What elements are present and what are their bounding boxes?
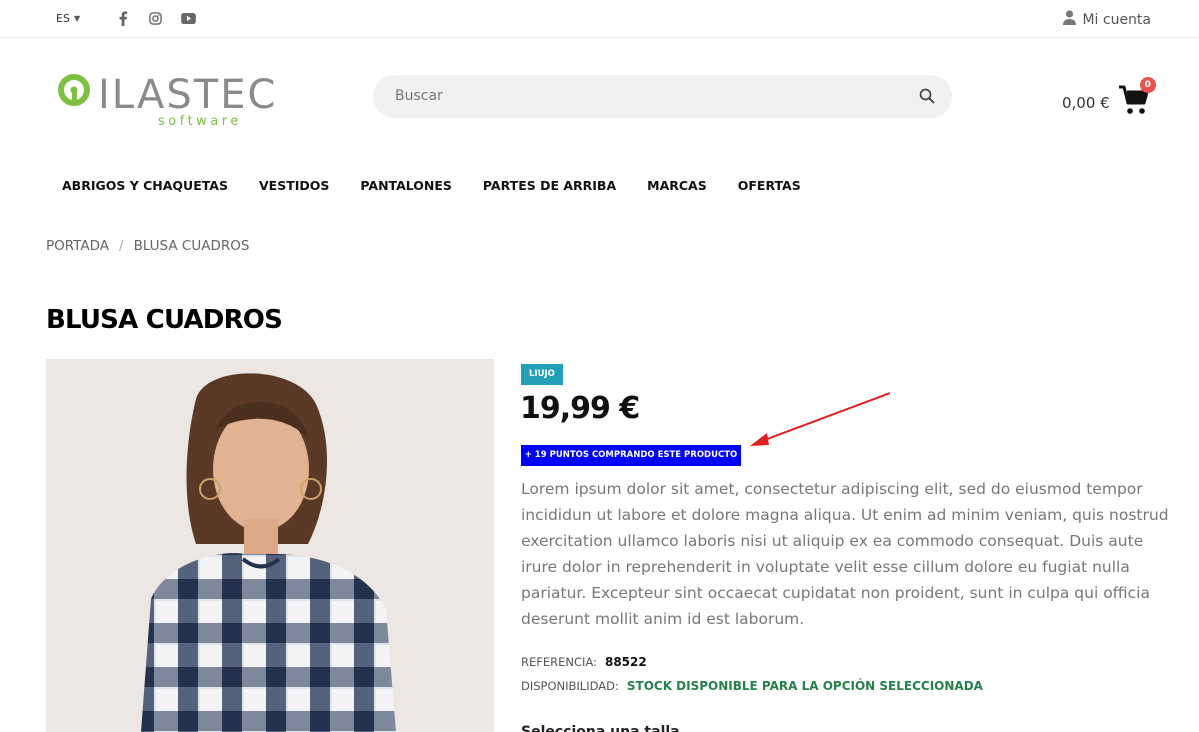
account-label: Mi cuenta (1082, 11, 1151, 28)
menu-item-partes-de-arriba[interactable]: PARTES DE ARRIBA (483, 178, 616, 193)
menu-item-abrigos[interactable]: ABRIGOS Y CHAQUETAS (62, 178, 228, 193)
product-reference: REFERENCIA: 88522 (521, 655, 647, 669)
language-label: ES (56, 12, 70, 25)
reference-value: 88522 (604, 655, 647, 669)
reference-label: REFERENCIA: (521, 655, 597, 669)
top-bar: ES ▼ Mi cuenta (0, 0, 1199, 38)
availability-label: DISPONIBILIDAD: (521, 679, 619, 693)
social-links (114, 10, 197, 27)
product-description: Lorem ipsum dolor sit amet, consectetur … (521, 480, 1169, 628)
cart-count-badge: 0 (1139, 77, 1156, 93)
cart-icon: 0 (1118, 77, 1156, 116)
menu-item-ofertas[interactable]: OFERTAS (738, 178, 801, 193)
search-placeholder: Buscar (395, 88, 443, 104)
breadcrumb-separator: / (119, 238, 124, 254)
user-icon (1063, 10, 1077, 29)
product-price: 19,99 € (520, 391, 640, 426)
availability-value: STOCK DISPONIBLE PARA LA OPCIÓN SELECCIO… (626, 679, 983, 693)
product-image[interactable] (46, 359, 494, 732)
annotation-arrow (750, 392, 891, 446)
chevron-down-icon: ▼ (73, 14, 81, 23)
cart-button[interactable]: 0,00 € 0 (1062, 77, 1156, 116)
svg-text:software: software (158, 114, 242, 129)
menu-item-marcas[interactable]: MARCAS (647, 178, 707, 193)
search-input[interactable]: Buscar (373, 75, 952, 118)
search-icon[interactable] (918, 87, 936, 105)
instagram-icon[interactable] (147, 10, 164, 27)
size-selector-heading: Selecciona una talla (521, 724, 680, 732)
page-title: BLUSA CUADROS (46, 305, 283, 335)
language-selector[interactable]: ES ▼ (56, 12, 80, 25)
youtube-icon[interactable] (180, 10, 197, 27)
main-menu: ABRIGOS Y CHAQUETAS VESTIDOS PANTALONES … (62, 178, 801, 193)
facebook-icon[interactable] (114, 10, 131, 27)
brand-badge[interactable]: LIUJO (521, 364, 563, 385)
cart-amount: 0,00 € (1062, 94, 1110, 112)
account-link[interactable]: Mi cuenta (1063, 10, 1151, 29)
breadcrumb-current: BLUSA CUADROS (133, 238, 250, 254)
breadcrumb-home[interactable]: PORTADA (46, 238, 109, 254)
breadcrumb: PORTADA / BLUSA CUADROS (46, 238, 249, 254)
menu-item-vestidos[interactable]: VESTIDOS (259, 178, 329, 193)
product-availability: DISPONIBILIDAD: STOCK DISPONIBLE PARA LA… (521, 679, 983, 693)
menu-item-pantalones[interactable]: PANTALONES (360, 178, 452, 193)
site-logo[interactable]: ILASTEC software (58, 70, 318, 130)
loyalty-points-badge: + 19 PUNTOS COMPRANDO ESTE PRODUCTO (521, 445, 741, 466)
svg-text:ILASTEC: ILASTEC (98, 72, 277, 118)
